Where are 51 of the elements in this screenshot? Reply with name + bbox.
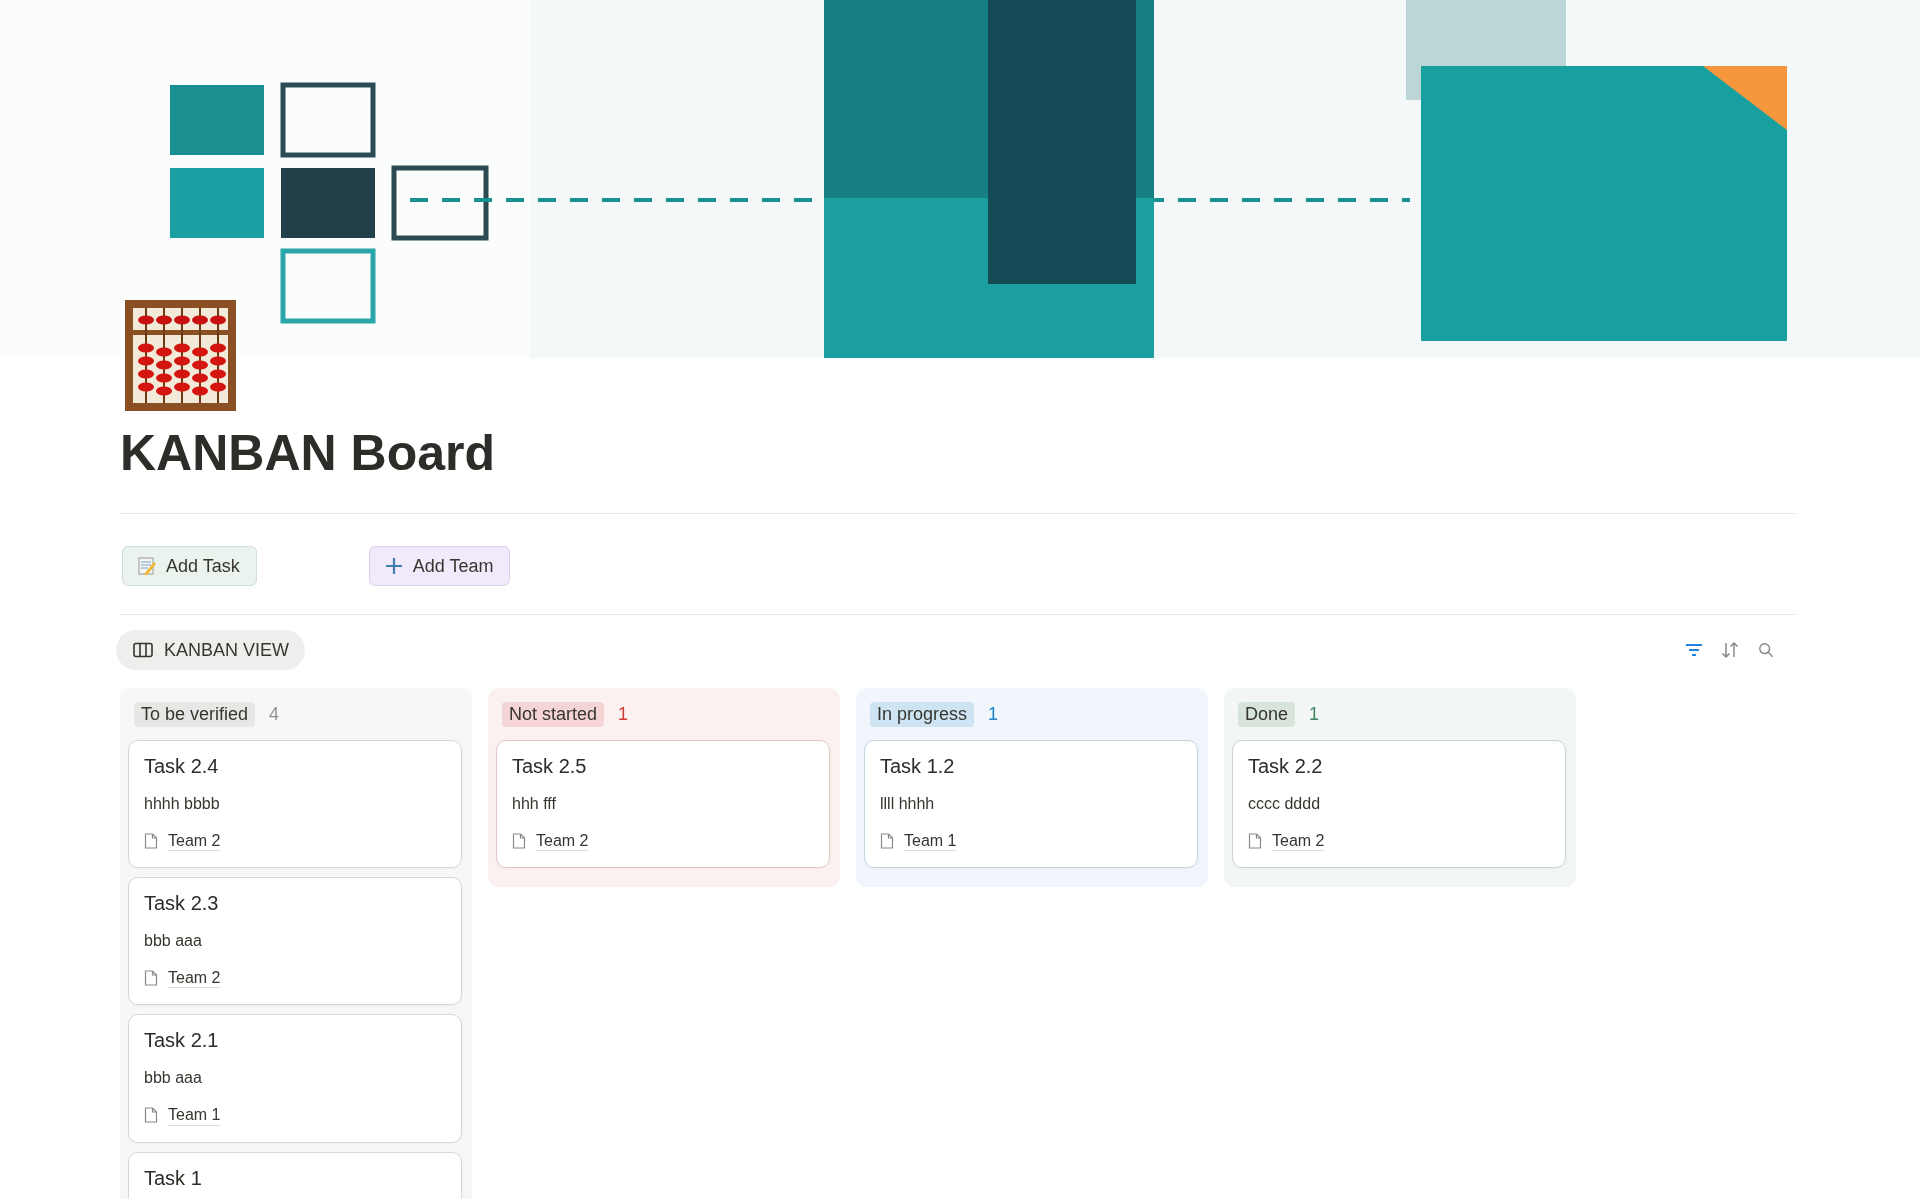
task-card[interactable]: Task 2.4 hhhh bbbb Team 2 xyxy=(128,740,462,869)
filter-icon[interactable] xyxy=(1685,642,1703,658)
columns-icon xyxy=(133,642,153,658)
page-icon xyxy=(512,833,526,850)
status-label: Not started xyxy=(502,701,605,727)
page-icon xyxy=(1248,833,1262,850)
card-title: Task 1.2 xyxy=(880,755,956,778)
status-label: In progress xyxy=(870,701,975,727)
task-card[interactable]: Task 2.5 hhh fff Team 2 xyxy=(496,740,830,869)
card-description: bbb aaa xyxy=(144,932,203,951)
search-icon[interactable] xyxy=(1757,642,1775,658)
card-description: hhh fff xyxy=(512,795,557,813)
card-title: Task 1 xyxy=(144,1166,203,1190)
card-description: llll hhhh xyxy=(880,795,936,813)
task-card[interactable]: Task 2.3 bbb aaa Team 2 xyxy=(128,877,462,1006)
card-title: Task 2.4 xyxy=(144,755,220,778)
card-description: cccc dddd xyxy=(1248,795,1322,813)
card-count: 4 xyxy=(269,703,280,725)
card-description: bbb aaa xyxy=(144,1069,203,1088)
add-button[interactable]: Add Team xyxy=(368,546,511,586)
sort-icon[interactable] xyxy=(1721,642,1739,658)
plus-icon xyxy=(383,556,404,576)
card-count: 1 xyxy=(988,703,999,725)
task-card[interactable]: Task 2.2 cccc dddd Team 2 xyxy=(1232,740,1566,869)
status-label: Done xyxy=(1238,701,1296,727)
team-link[interactable]: Team 1 xyxy=(168,1105,221,1126)
task-card[interactable]: Task 1 xyxy=(128,1151,462,1199)
task-card[interactable]: Task 1.2 llll hhhh Team 1 xyxy=(864,740,1198,869)
card-title: Task 2.2 xyxy=(1248,755,1324,778)
view-tab[interactable]: KANBAN VIEW xyxy=(116,630,306,670)
team-link[interactable]: Team 2 xyxy=(536,831,589,852)
card-title: Task 2.5 xyxy=(512,755,588,778)
card-count: 1 xyxy=(1309,703,1320,725)
page-title: KANBAN Board xyxy=(120,424,496,483)
team-link[interactable]: Team 2 xyxy=(168,968,221,989)
status-label: To be verified xyxy=(134,701,256,727)
abacus-icon xyxy=(123,298,238,413)
card-title: Task 2.1 xyxy=(144,1029,220,1053)
add-button[interactable]: Add Task xyxy=(122,546,257,586)
team-link[interactable]: Team 2 xyxy=(168,831,221,852)
team-link[interactable]: Team 1 xyxy=(904,831,957,852)
page-icon xyxy=(144,1107,158,1124)
memo-icon xyxy=(137,556,157,576)
task-card[interactable]: Task 2.1 bbb aaa Team 1 xyxy=(128,1014,462,1143)
page-icon xyxy=(144,833,158,850)
card-title: Task 2.3 xyxy=(144,892,220,916)
card-description: hhhh bbbb xyxy=(144,795,221,813)
card-count: 1 xyxy=(618,703,629,725)
page-icon xyxy=(144,970,158,987)
team-link[interactable]: Team 2 xyxy=(1272,831,1325,852)
page-icon xyxy=(880,833,894,850)
